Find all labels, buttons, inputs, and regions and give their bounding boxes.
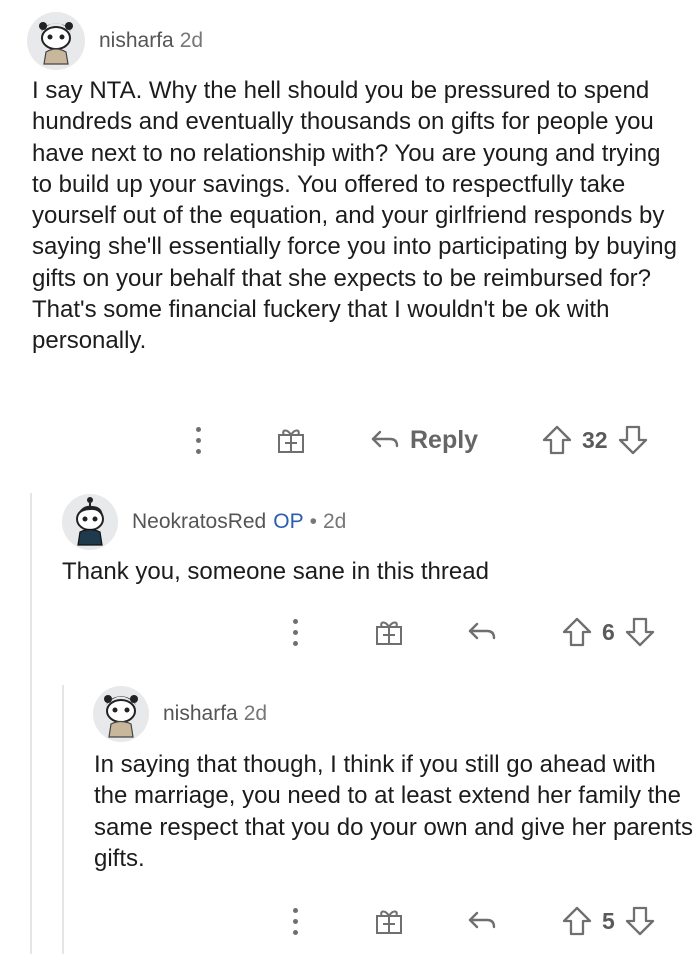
upvote-arrow-icon[interactable] bbox=[562, 616, 592, 648]
avatar[interactable] bbox=[93, 686, 149, 742]
upvote-arrow-icon[interactable] bbox=[542, 424, 572, 456]
vote-controls: 6 bbox=[562, 614, 655, 650]
vote-count: 6 bbox=[602, 618, 615, 645]
reply-button[interactable]: Reply bbox=[370, 420, 478, 460]
vote-controls: 5 bbox=[562, 903, 655, 939]
comment-body: I say NTA. Why the hell should you be pr… bbox=[32, 77, 677, 355]
downvote-arrow-icon[interactable] bbox=[625, 616, 655, 648]
comment-body: Thank you, someone sane in this thread bbox=[62, 558, 489, 585]
avatar[interactable] bbox=[27, 12, 85, 70]
more-options-icon[interactable] bbox=[188, 420, 208, 460]
comment-actions: Reply 32 bbox=[0, 420, 700, 460]
reply-arrow-icon bbox=[468, 911, 496, 929]
more-options-icon[interactable] bbox=[285, 612, 305, 652]
reply-arrow-icon bbox=[371, 430, 399, 448]
comment-header: nisharfa 2d bbox=[93, 686, 267, 742]
comment-header: NeokratosRed OP • 2d bbox=[62, 494, 346, 550]
vote-controls: 32 bbox=[542, 422, 648, 458]
comment-age: 2d bbox=[322, 510, 347, 533]
reply-button[interactable] bbox=[466, 612, 498, 652]
reply-arrow-icon bbox=[468, 622, 496, 640]
downvote-arrow-icon[interactable] bbox=[618, 424, 648, 456]
more-options-icon[interactable] bbox=[285, 901, 305, 941]
avatar[interactable] bbox=[62, 494, 118, 550]
comment-body: In saying that though, I think if you st… bbox=[94, 751, 694, 872]
separator-dot: • bbox=[309, 510, 317, 533]
upvote-arrow-icon[interactable] bbox=[562, 905, 592, 937]
downvote-arrow-icon[interactable] bbox=[625, 905, 655, 937]
comment-username[interactable]: nisharfa bbox=[99, 29, 174, 53]
comment-age: 2d bbox=[179, 29, 204, 52]
comment-username[interactable]: nisharfa bbox=[163, 702, 238, 726]
comment-actions: 5 bbox=[0, 901, 700, 941]
reply-label: Reply bbox=[410, 425, 479, 454]
award-gift-icon[interactable] bbox=[372, 901, 406, 941]
comment-actions: 6 bbox=[0, 612, 700, 652]
award-gift-icon[interactable] bbox=[274, 420, 308, 460]
reply-button[interactable] bbox=[466, 901, 498, 941]
comment-header: nisharfa 2d bbox=[27, 12, 203, 70]
thread-line-level-1 bbox=[30, 493, 32, 954]
award-gift-icon[interactable] bbox=[372, 612, 406, 652]
comment-age: 2d bbox=[243, 702, 268, 725]
op-badge: OP bbox=[273, 510, 304, 533]
vote-count: 5 bbox=[602, 907, 615, 934]
vote-count: 32 bbox=[582, 426, 608, 453]
comment-username[interactable]: NeokratosRed bbox=[132, 510, 266, 534]
